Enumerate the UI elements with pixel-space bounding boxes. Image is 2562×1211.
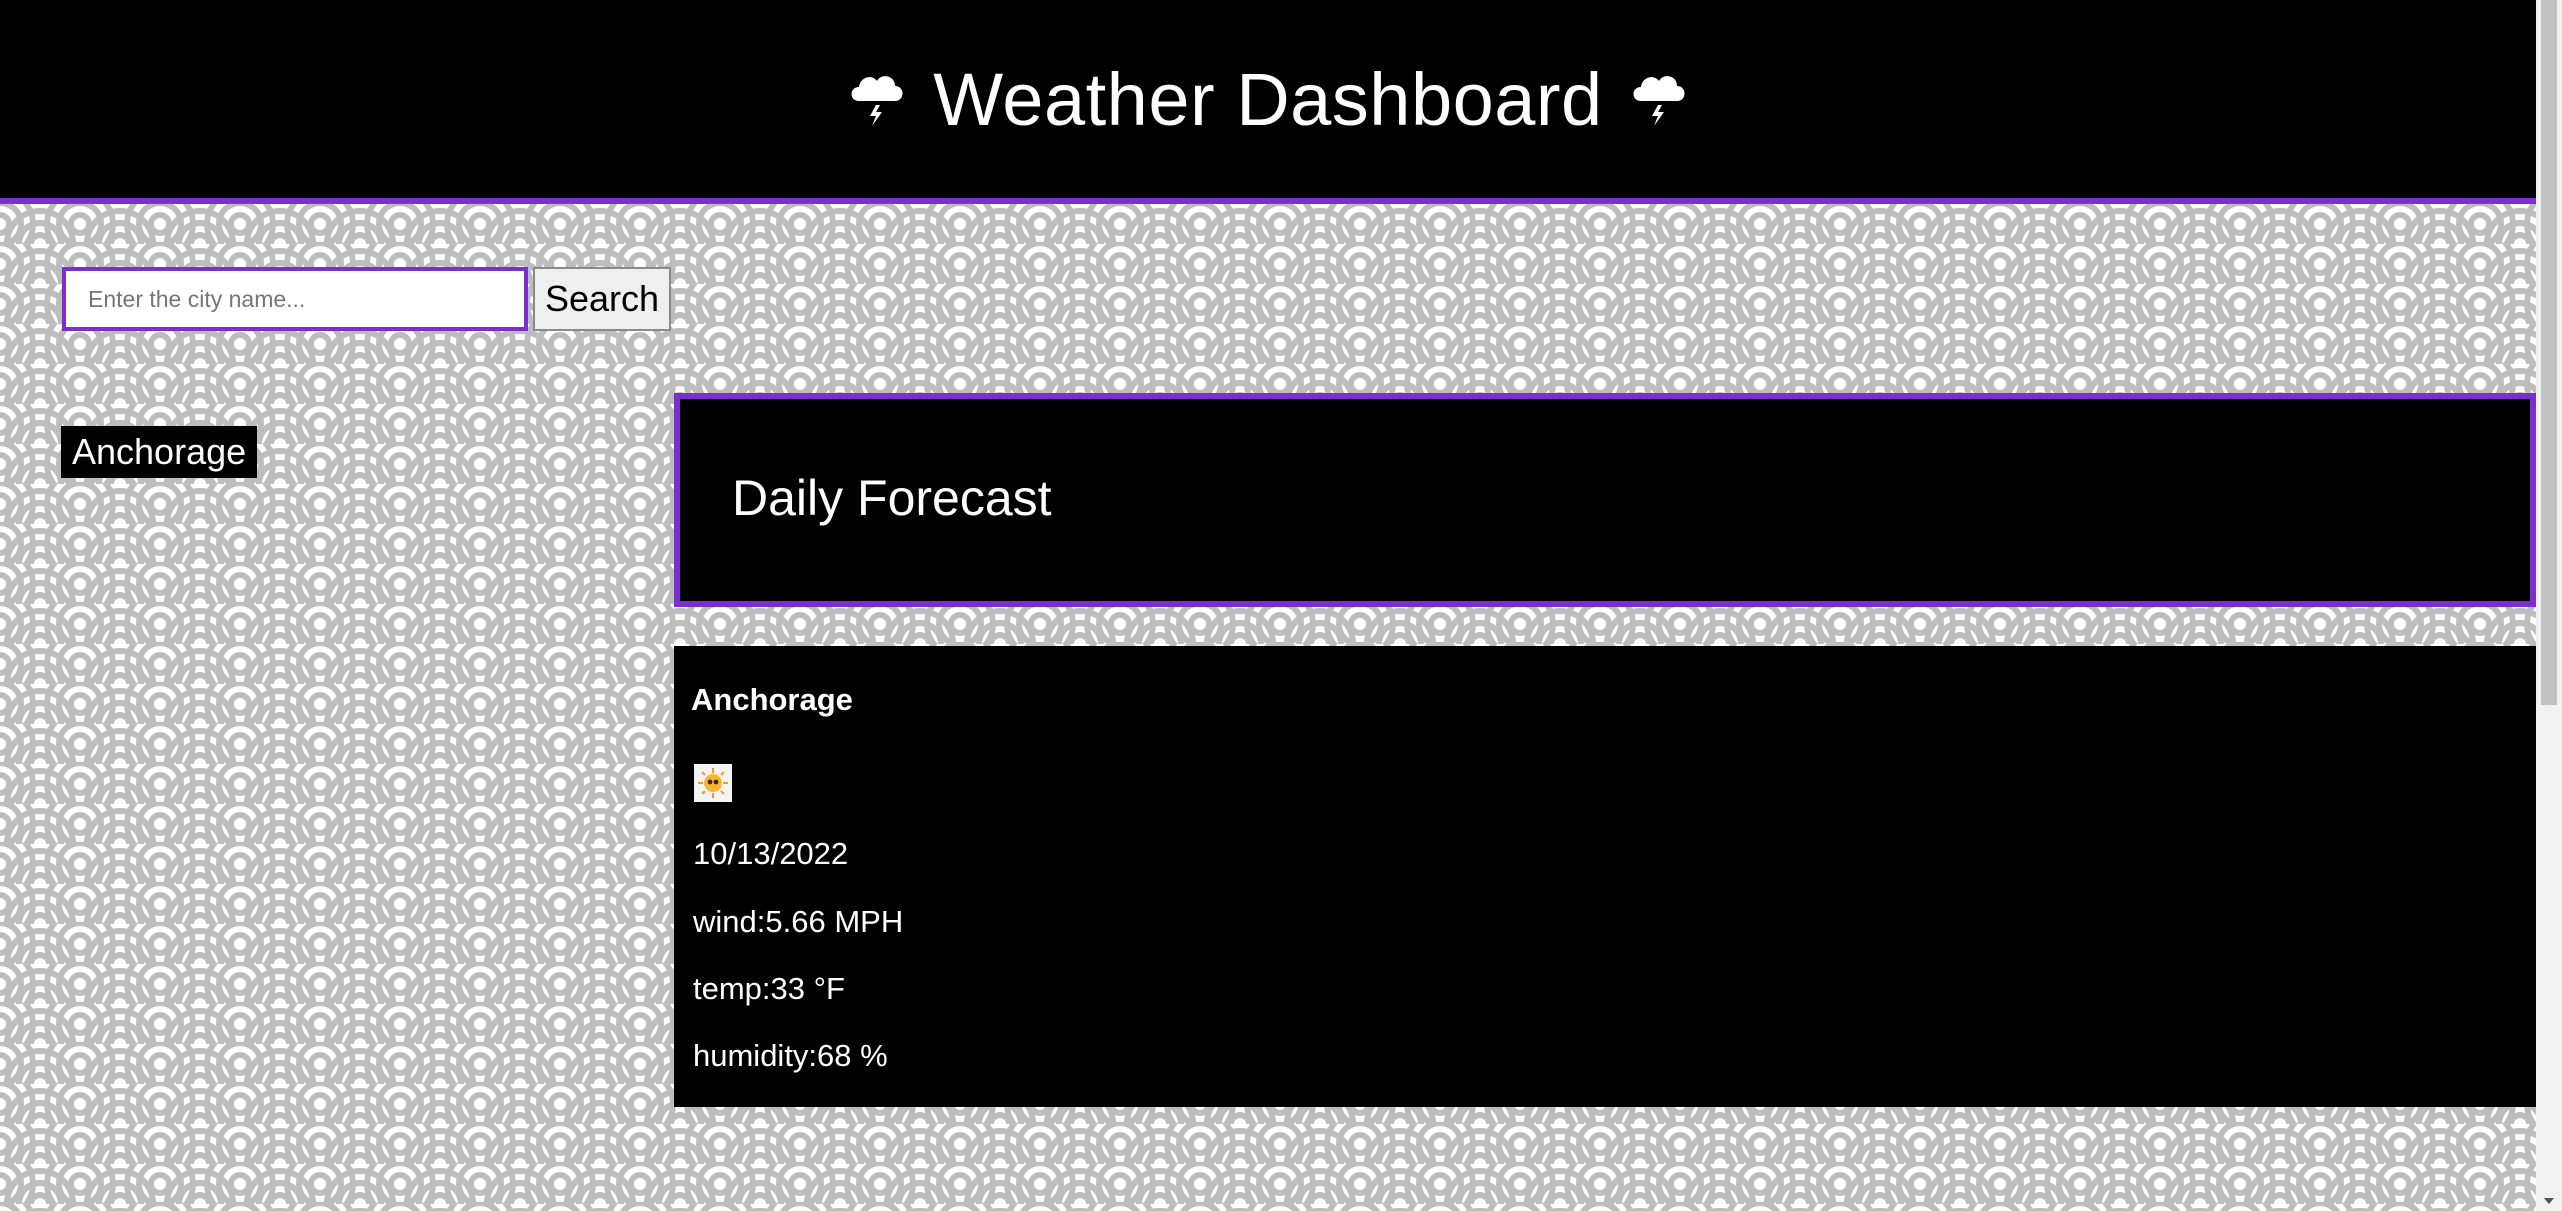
- daily-forecast-title: Daily Forecast: [732, 470, 1052, 526]
- search-button[interactable]: Search: [533, 267, 671, 331]
- weather-city-name: Anchorage: [691, 682, 853, 717]
- weather-wind: wind:5.66 MPH: [693, 904, 904, 939]
- weather-date: 10/13/2022: [693, 836, 849, 871]
- page-header: Weather Dashboard: [0, 0, 2536, 204]
- daily-forecast-panel: Daily Forecast: [674, 393, 2536, 607]
- scrollbar-thumb[interactable]: [2541, 0, 2557, 705]
- current-weather-card: Anchorage 10/13/2022 wind:5.66 MPH temp:…: [674, 646, 2536, 1107]
- weather-humidity: humidity:68 %: [693, 1038, 888, 1073]
- search-history-item-anchorage[interactable]: Anchorage: [61, 426, 258, 478]
- vertical-scrollbar[interactable]: [2536, 0, 2562, 1211]
- sun-weather-icon: [694, 764, 732, 802]
- weather-temp: temp:33 °F: [693, 971, 845, 1006]
- thunder-cloud-icon: [847, 71, 907, 127]
- city-search-input[interactable]: [62, 267, 528, 331]
- page-title-group: Weather Dashboard: [847, 57, 1688, 142]
- scroll-down-arrow-icon[interactable]: [2544, 1198, 2554, 1204]
- page-title: Weather Dashboard: [933, 57, 1603, 141]
- thunder-cloud-icon: [1629, 71, 1689, 127]
